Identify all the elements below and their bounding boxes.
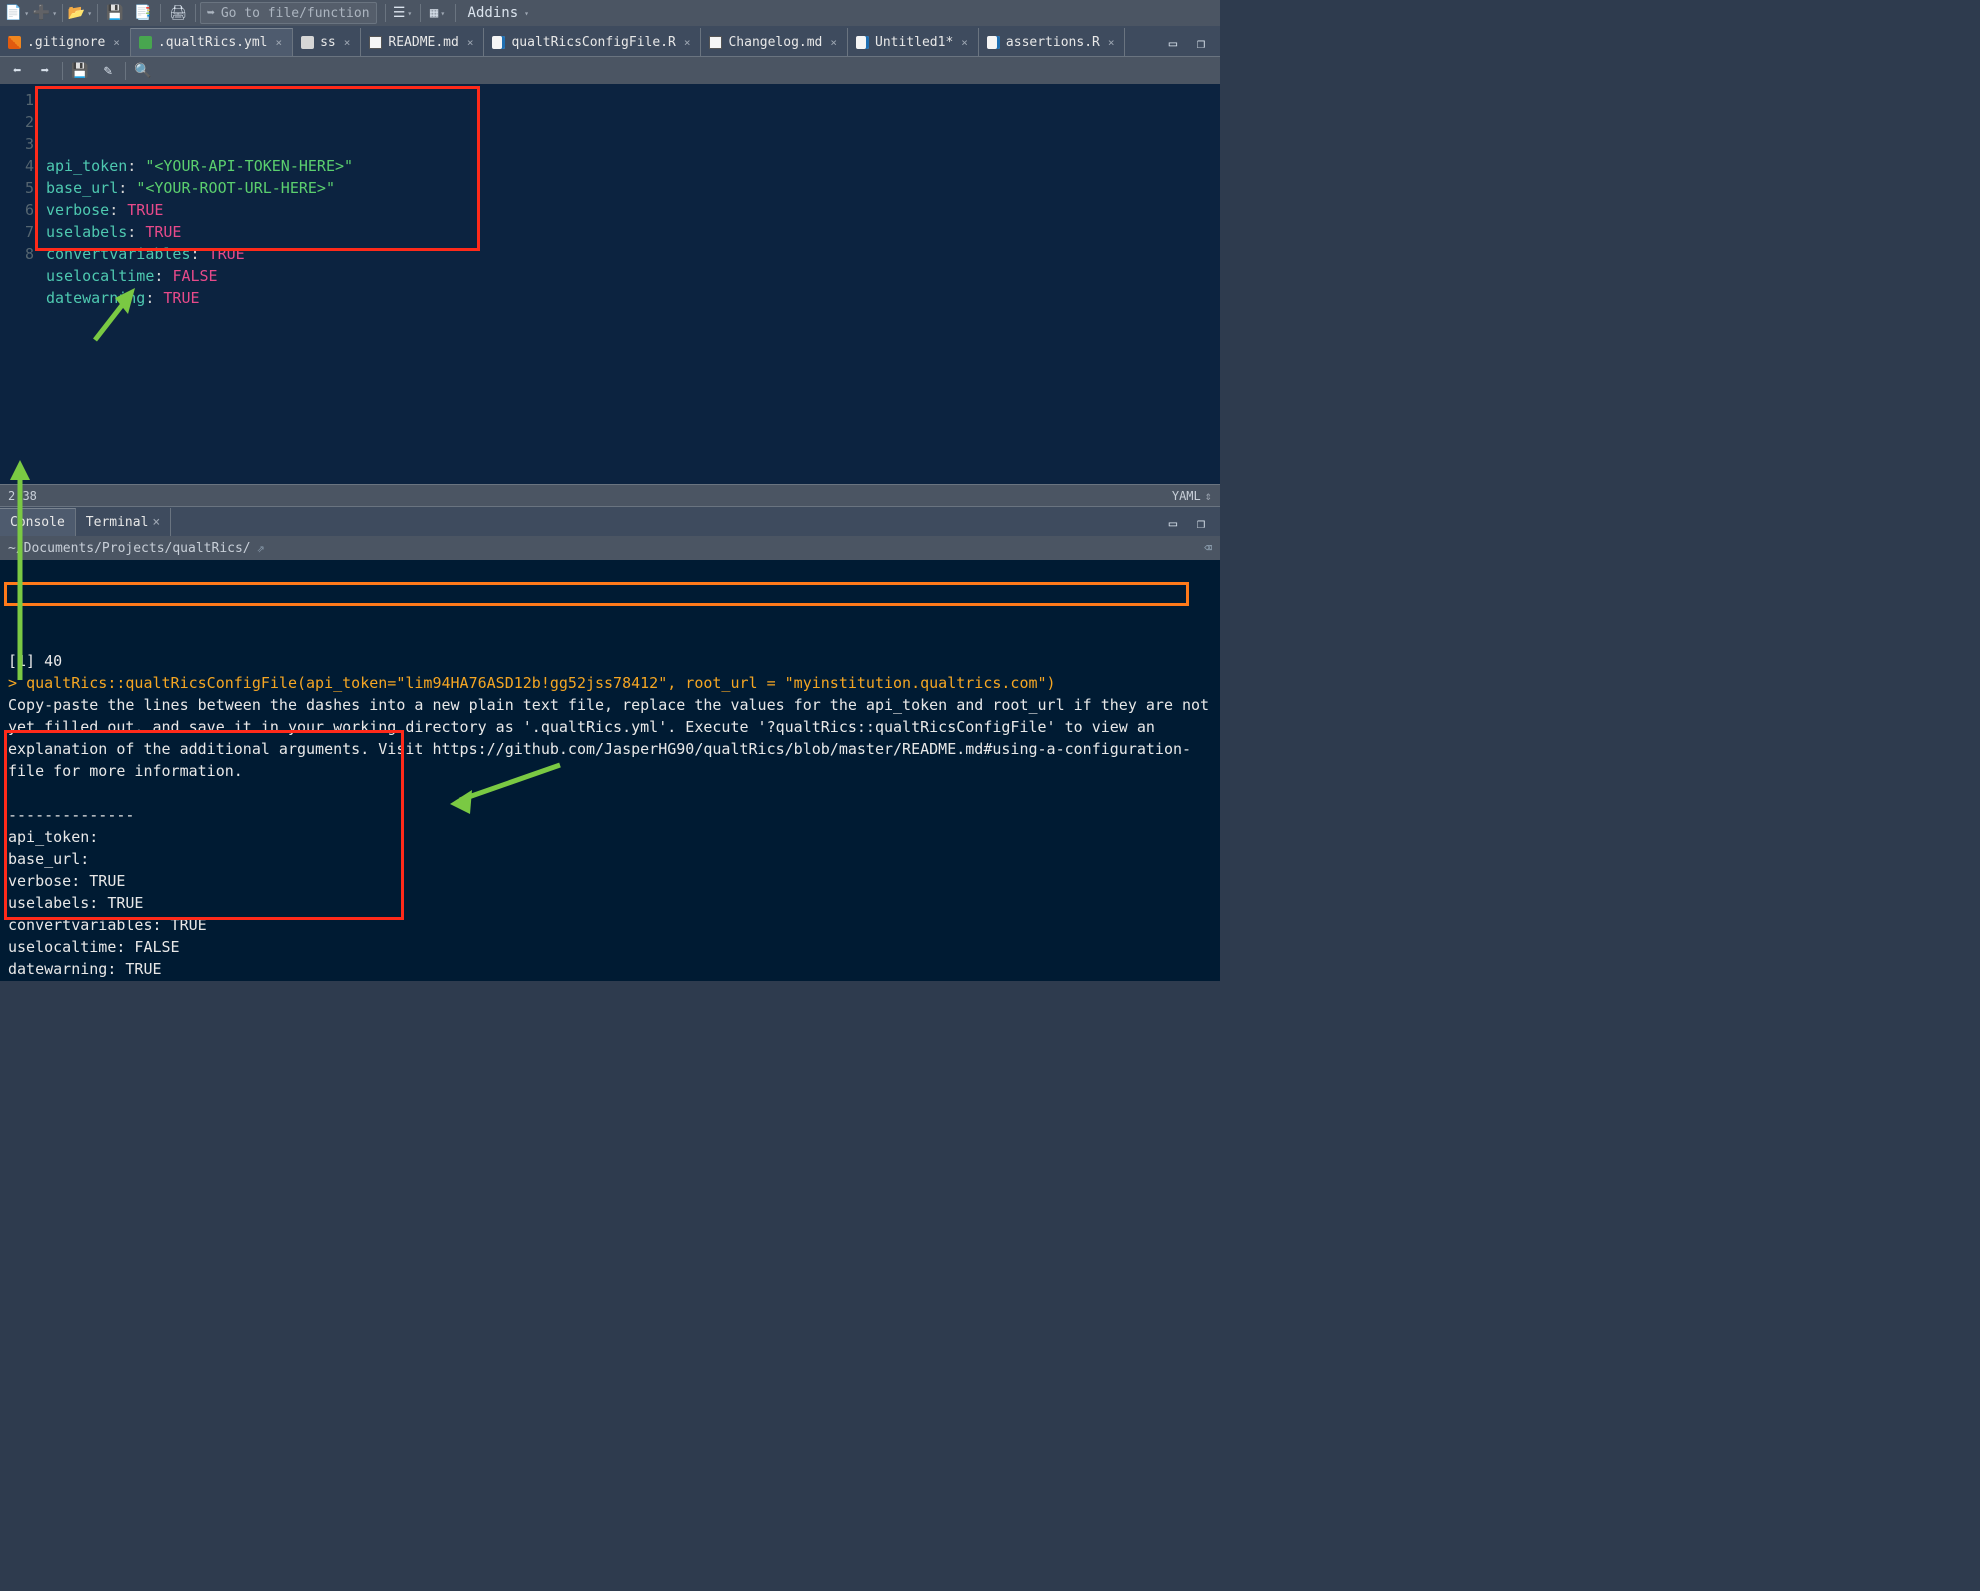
minimize-pane-icon[interactable]: ▭ (1160, 32, 1186, 56)
file-tab-label: ss (320, 35, 336, 50)
file-tab-label: Changelog.md (728, 35, 822, 50)
file-tab-label: qualtRicsConfigFile.R (511, 35, 675, 50)
file-tab-bar: .gitignore×.qualtRics.yml×ss×README.md×q… (0, 26, 1220, 56)
goto-placeholder: Go to file/function (221, 6, 370, 21)
close-tab-icon[interactable]: × (467, 36, 474, 49)
cursor-position: 2:38 (8, 489, 37, 503)
print-button[interactable]: 🖨 (165, 1, 191, 25)
maximize-pane-icon[interactable]: ❐ (1188, 32, 1214, 56)
new-file-button[interactable]: 📄 (4, 1, 30, 25)
editor-statusbar: 2:38 YAML ⇕ (0, 484, 1220, 506)
file-tab-changelog-md[interactable]: Changelog.md × (701, 28, 848, 56)
close-tab-icon[interactable]: × (344, 36, 351, 49)
code-editor[interactable]: 12345678 api_token: "<YOUR-API-TOKEN-HER… (0, 84, 1220, 484)
close-tab-icon[interactable]: × (684, 36, 691, 49)
file-tab-label: Untitled1* (875, 35, 953, 50)
new-project-button[interactable]: ➕ (32, 1, 58, 25)
share-icon[interactable]: ⇗ (257, 541, 265, 556)
annotation-orange-box (4, 582, 1189, 606)
yml-file-icon (139, 36, 152, 49)
save-button[interactable]: 💾 (102, 1, 128, 25)
file-tab-qualtricsconfigfile-r[interactable]: qualtRicsConfigFile.R × (484, 28, 701, 56)
git-file-icon (8, 36, 21, 49)
file-tab--gitignore[interactable]: .gitignore × (0, 28, 131, 56)
file-tab--qualtrics-yml[interactable]: .qualtRics.yml × (131, 28, 293, 56)
open-file-button[interactable]: 📂 (67, 1, 93, 25)
clear-console-icon[interactable]: ⌫ (1204, 541, 1212, 556)
line-gutter: 12345678 (0, 84, 40, 484)
file-tab-label: .qualtRics.yml (158, 35, 268, 50)
minimize-console-icon[interactable]: ▭ (1160, 512, 1186, 536)
grid-button[interactable]: ▦ (425, 1, 451, 25)
tools-btn-1[interactable]: ☰ (390, 1, 416, 25)
maximize-console-icon[interactable]: ❐ (1188, 512, 1214, 536)
save-file-button[interactable]: 💾 (67, 59, 93, 83)
addins-menu[interactable]: Addins (460, 2, 537, 24)
r-file-icon (492, 36, 505, 49)
close-tab-icon[interactable]: × (1108, 36, 1115, 49)
close-tab-icon[interactable]: × (275, 36, 282, 49)
close-tab-icon[interactable]: × (113, 36, 120, 49)
working-dir[interactable]: ~/Documents/Projects/qualtRics/ (8, 541, 251, 556)
close-tab-icon[interactable]: × (830, 36, 837, 49)
r-file-icon (856, 36, 869, 49)
language-mode[interactable]: YAML (1172, 489, 1201, 503)
show-doc-button[interactable]: ✎ (95, 59, 121, 83)
back-button[interactable]: ⬅ (4, 59, 30, 83)
tab-terminal[interactable]: Terminal× (76, 508, 171, 536)
txt-file-icon (301, 36, 314, 49)
file-tab-readme-md[interactable]: README.md × (361, 28, 484, 56)
editor-toolbar: ⬅ ➡ 💾 ✎ 🔍 (0, 56, 1220, 84)
file-tab-untitled1-[interactable]: Untitled1* × (848, 28, 979, 56)
console-tab-bar: Console Terminal× ▭ ❐ (0, 506, 1220, 536)
code-area[interactable]: api_token: "<YOUR-API-TOKEN-HERE>"base_u… (40, 84, 1220, 484)
file-tab-label: README.md (388, 35, 458, 50)
main-toolbar: 📄 ➕ 📂 💾 📑 🖨 ➥ Go to file/function ☰ ▦ Ad… (0, 0, 1220, 26)
console-output[interactable]: [1] 40> qualtRics::qualtRicsConfigFile(a… (0, 560, 1220, 981)
md-file-icon (369, 36, 382, 49)
file-tab-assertions-r[interactable]: assertions.R × (979, 28, 1126, 56)
file-tab-label: .gitignore (27, 35, 105, 50)
console-header: ~/Documents/Projects/qualtRics/ ⇗ ⌫ (0, 536, 1220, 560)
close-tab-icon[interactable]: × (961, 36, 968, 49)
file-tab-label: assertions.R (1006, 35, 1100, 50)
r-file-icon (987, 36, 1000, 49)
find-button[interactable]: 🔍 (130, 59, 156, 83)
forward-button[interactable]: ➡ (32, 59, 58, 83)
goto-input[interactable]: ➥ Go to file/function (200, 2, 377, 24)
file-tab-ss[interactable]: ss × (293, 28, 361, 56)
save-all-button[interactable]: 📑 (130, 1, 156, 25)
tab-console[interactable]: Console (0, 508, 76, 536)
md-file-icon (709, 36, 722, 49)
